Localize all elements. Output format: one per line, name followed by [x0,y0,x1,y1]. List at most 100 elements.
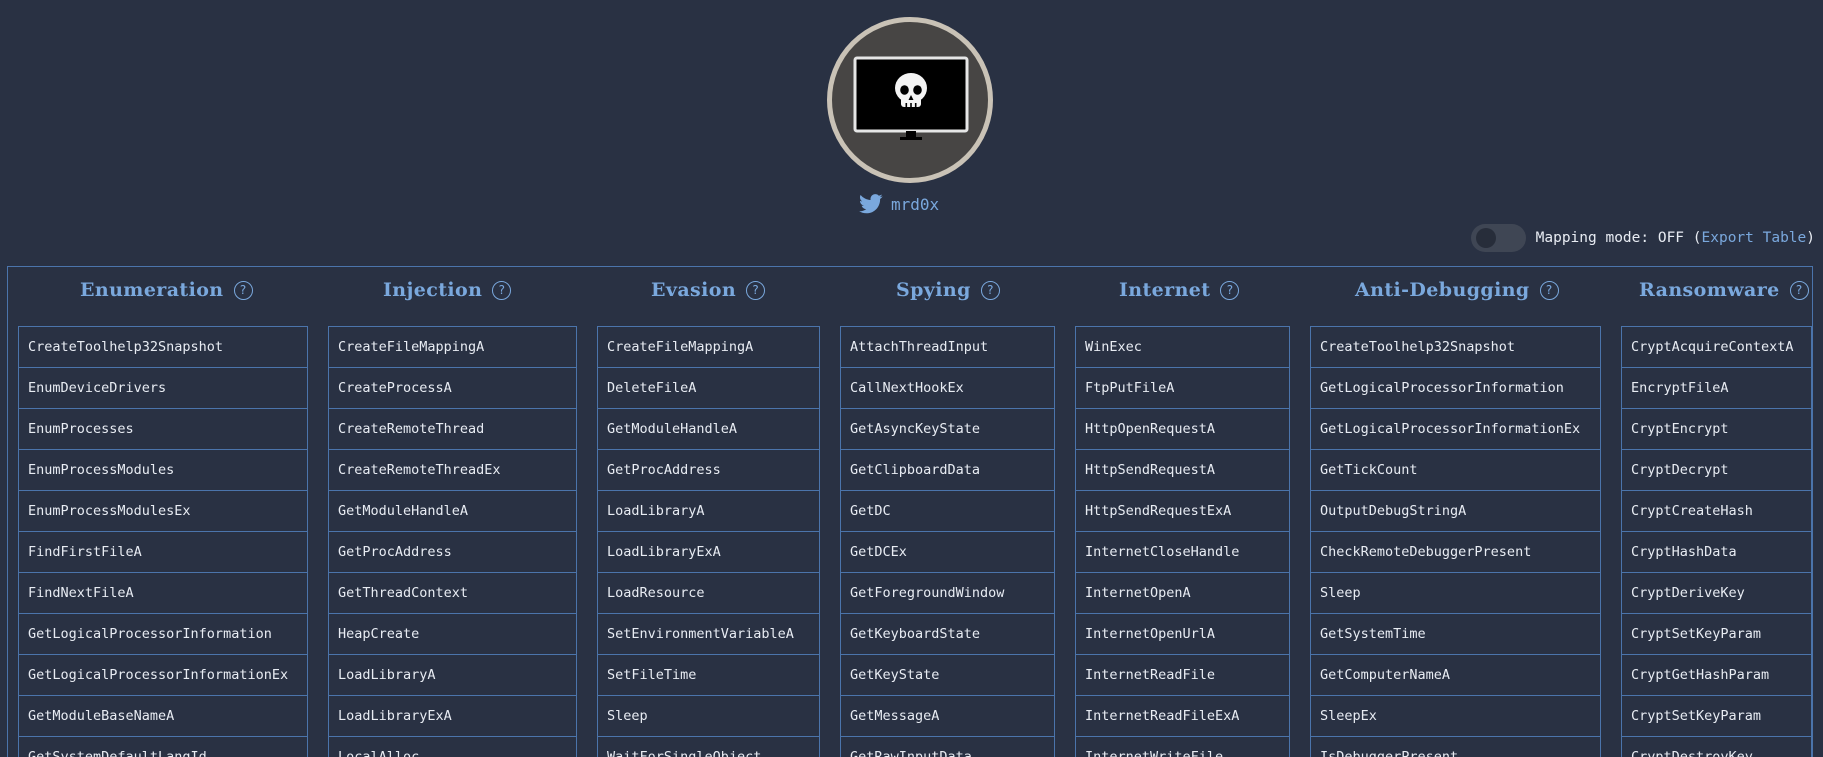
list-item[interactable]: CryptGetHashParam [1622,655,1811,696]
list-item[interactable]: GetLogicalProcessorInformation [19,614,307,655]
list-item[interactable]: SetEnvironmentVariableA [598,614,819,655]
list-item[interactable]: GetSystemDefaultLangId [19,737,307,757]
list-item[interactable]: InternetOpenUrlA [1076,614,1289,655]
list-item[interactable]: EncryptFileA [1622,368,1811,409]
list-item[interactable]: EnumDeviceDrivers [19,368,307,409]
list-item[interactable]: GetAsyncKeyState [841,409,1054,450]
help-icon[interactable]: ? [492,280,512,300]
list-item[interactable]: GetDCEx [841,532,1054,573]
help-icon[interactable]: ? [980,280,1000,300]
list-item[interactable]: CreateToolhelp32Snapshot [1311,327,1600,368]
list-item[interactable]: SleepEx [1311,696,1600,737]
list-item[interactable]: GetLogicalProcessorInformation [1311,368,1600,409]
list-item[interactable]: OutputDebugStringA [1311,491,1600,532]
list-item[interactable]: GetTickCount [1311,450,1600,491]
list-item[interactable]: GetProcAddress [329,532,576,573]
toggle-knob [1475,228,1496,248]
list-item[interactable]: GetModuleHandleA [598,409,819,450]
list-item[interactable]: CreateToolhelp32Snapshot [19,327,307,368]
list-item[interactable]: HttpSendRequestA [1076,450,1289,491]
api-list: CreateFileMappingA CreateProcessA Create… [328,326,577,757]
list-item[interactable]: GetSystemTime [1311,614,1600,655]
list-item[interactable]: CryptCreateHash [1622,491,1811,532]
twitter-bird-icon [859,194,883,214]
list-item[interactable]: GetKeyState [841,655,1054,696]
list-item[interactable]: CryptHashData [1622,532,1811,573]
list-item[interactable]: AttachThreadInput [841,327,1054,368]
mapping-mode-toggle[interactable] [1470,224,1526,252]
list-item[interactable]: CheckRemoteDebuggerPresent [1311,532,1600,573]
column-title: Internet [1119,279,1211,301]
help-icon[interactable]: ? [746,280,766,300]
list-item[interactable]: EnumProcessModulesEx [19,491,307,532]
list-item[interactable]: InternetReadFile [1076,655,1289,696]
mapping-mode-close-paren: ) [1806,230,1815,246]
column-title: Evasion [651,279,737,301]
help-icon[interactable]: ? [1220,280,1240,300]
list-item[interactable]: SetFileTime [598,655,819,696]
list-item[interactable]: GetLogicalProcessorInformationEx [1311,409,1600,450]
list-item[interactable]: GetMessageA [841,696,1054,737]
list-item[interactable]: EnumProcessModules [19,450,307,491]
list-item[interactable]: WaitForSingleObject [598,737,819,757]
twitter-handle[interactable]: mrd0x [891,195,939,214]
list-item[interactable]: IsDebuggerPresent [1311,737,1600,757]
list-item[interactable]: CryptSetKeyParam [1622,696,1811,737]
list-item[interactable]: Sleep [598,696,819,737]
list-item[interactable]: WinExec [1076,327,1289,368]
help-icon[interactable]: ? [233,280,253,300]
list-item[interactable]: CryptEncrypt [1622,409,1811,450]
list-item[interactable]: FindFirstFileA [19,532,307,573]
list-item[interactable]: GetProcAddress [598,450,819,491]
list-item[interactable]: LoadLibraryExA [598,532,819,573]
list-item[interactable]: DeleteFileA [598,368,819,409]
list-item[interactable]: CryptAcquireContextA [1622,327,1811,368]
list-item[interactable]: HeapCreate [329,614,576,655]
list-item[interactable]: Sleep [1311,573,1600,614]
list-item[interactable]: CreateProcessA [329,368,576,409]
list-item[interactable]: CryptSetKeyParam [1622,614,1811,655]
list-item[interactable]: GetModuleBaseNameA [19,696,307,737]
list-item[interactable]: FtpPutFileA [1076,368,1289,409]
list-item[interactable]: FindNextFileA [19,573,307,614]
list-item[interactable]: CreateFileMappingA [598,327,819,368]
list-item[interactable]: GetDC [841,491,1054,532]
column-header: Internet ? [1119,277,1240,303]
list-item[interactable]: CreateRemoteThread [329,409,576,450]
list-item[interactable]: CryptDecrypt [1622,450,1811,491]
list-item[interactable]: CreateRemoteThreadEx [329,450,576,491]
list-item[interactable]: LoadLibraryA [329,655,576,696]
list-item[interactable]: GetForegroundWindow [841,573,1054,614]
list-item[interactable]: GetThreadContext [329,573,576,614]
help-icon[interactable]: ? [1539,280,1559,300]
list-item[interactable]: HttpOpenRequestA [1076,409,1289,450]
list-item[interactable]: CreateFileMappingA [329,327,576,368]
help-icon[interactable]: ? [1789,280,1809,300]
list-item[interactable]: LoadLibraryA [598,491,819,532]
list-item[interactable]: GetLogicalProcessorInformationEx [19,655,307,696]
list-item[interactable]: LoadLibraryExA [329,696,576,737]
list-item[interactable]: LocalAlloc [329,737,576,757]
column-title: Injection [383,279,483,301]
list-item[interactable]: EnumProcesses [19,409,307,450]
list-item[interactable]: GetComputerNameA [1311,655,1600,696]
export-table-link[interactable]: Export Table [1702,230,1807,246]
list-item[interactable]: GetRawInputData [841,737,1054,757]
api-list: CreateToolhelp32Snapshot EnumDeviceDrive… [18,326,308,757]
avatar [827,17,993,183]
list-item[interactable]: InternetWriteFile [1076,737,1289,757]
list-item[interactable]: GetClipboardData [841,450,1054,491]
list-item[interactable]: InternetOpenA [1076,573,1289,614]
twitter-link[interactable]: mrd0x [859,192,939,216]
column-title: Ransomware [1639,279,1780,301]
list-item[interactable]: CryptDeriveKey [1622,573,1811,614]
list-item[interactable]: GetModuleHandleA [329,491,576,532]
list-item[interactable]: HttpSendRequestExA [1076,491,1289,532]
list-item[interactable]: InternetCloseHandle [1076,532,1289,573]
list-item[interactable]: LoadResource [598,573,819,614]
list-item[interactable]: CallNextHookEx [841,368,1054,409]
list-item[interactable]: InternetReadFileExA [1076,696,1289,737]
column-title: Enumeration [80,279,224,301]
list-item[interactable]: CryptDestroyKey [1622,737,1811,757]
list-item[interactable]: GetKeyboardState [841,614,1054,655]
